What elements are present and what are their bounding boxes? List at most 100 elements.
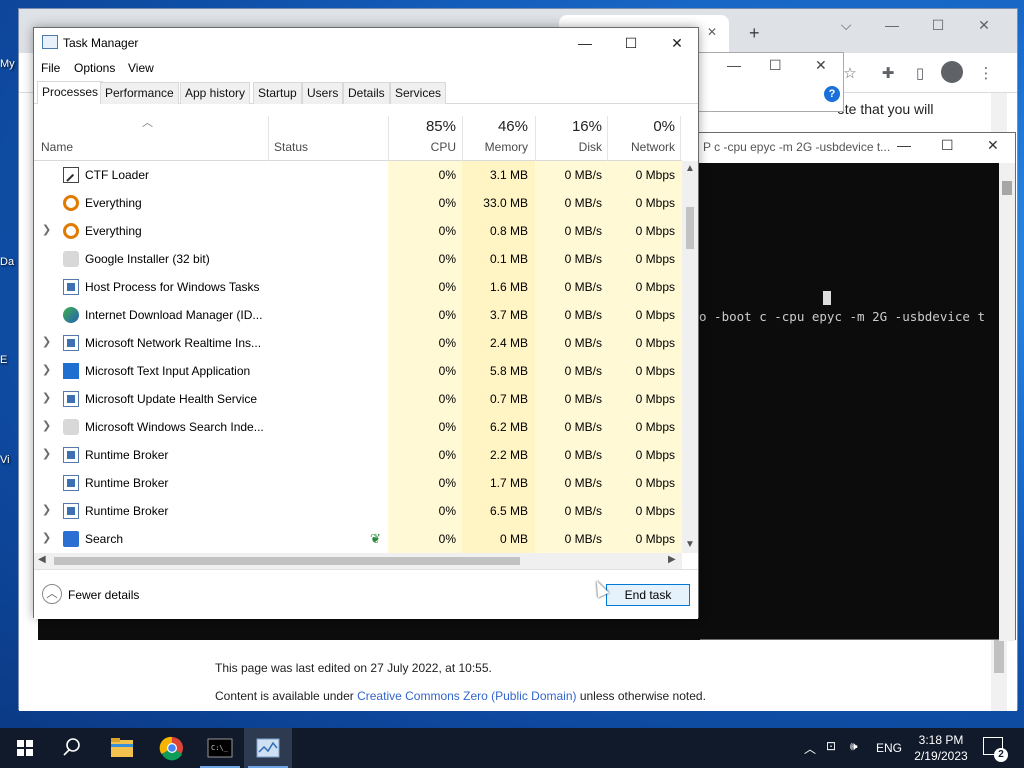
close-icon[interactable]: ✕	[654, 32, 700, 54]
cpu-value: 0%	[438, 532, 456, 546]
chevron-down-icon[interactable]: ⌵	[823, 17, 869, 34]
language-indicator[interactable]: ENG	[876, 741, 902, 768]
tab-app-history[interactable]: App history	[180, 82, 251, 104]
scroll-thumb[interactable]	[686, 207, 694, 249]
column-network[interactable]: Network	[607, 140, 675, 154]
close-tab-icon[interactable]: ✕	[707, 25, 717, 39]
start-button[interactable]	[0, 728, 48, 768]
process-row[interactable]: ❯ Search ❦ 0% 0 MB 0 MB/s 0 Mbps	[34, 525, 682, 553]
chevron-right-icon[interactable]: ❯	[42, 447, 51, 460]
chevron-right-icon[interactable]: ❯	[42, 419, 51, 432]
column-memory[interactable]: Memory	[462, 140, 528, 154]
close-icon[interactable]: ✕	[987, 137, 999, 154]
chevron-right-icon[interactable]: ❯	[42, 391, 51, 404]
column-disk[interactable]: Disk	[535, 140, 602, 154]
task-manager-window: Task Manager — ☐ ✕ File Options View Pro…	[33, 27, 700, 619]
network-value: 0 Mbps	[635, 504, 675, 518]
process-row[interactable]: ❯ Microsoft Update Health Service 0% 0.7 MB…	[34, 385, 682, 413]
column-status[interactable]: Status	[274, 140, 308, 154]
chevron-up-icon[interactable]: ︿	[42, 584, 62, 604]
network-percent[interactable]: 0%	[607, 118, 675, 135]
scroll-down-icon[interactable]: ▼	[685, 539, 695, 550]
tab-users[interactable]: Users	[302, 82, 344, 104]
menu-options[interactable]: Options	[74, 61, 115, 75]
scroll-thumb[interactable]	[1002, 181, 1012, 195]
horizontal-scrollbar[interactable]: ◀ ▶	[34, 553, 682, 569]
network-value: 0 Mbps	[635, 196, 675, 210]
menu-file[interactable]: File	[41, 61, 60, 75]
disk-value: 0 MB/s	[564, 392, 602, 406]
tab-processes[interactable]: Processes	[37, 81, 104, 104]
maximize-icon[interactable]: ☐	[915, 17, 961, 34]
process-row[interactable]: Google Installer (32 bit) 0% 0.1 MB 0 MB/s 0…	[34, 245, 682, 273]
process-row[interactable]: ❯ Microsoft Text Input Application 0% 5.8 M…	[34, 357, 682, 385]
chevron-right-icon[interactable]: ❯	[42, 503, 51, 516]
end-task-button[interactable]: End task	[606, 584, 690, 606]
process-row[interactable]: ❯ Microsoft Network Realtime Ins... 0% 2.4 …	[34, 329, 682, 357]
column-name[interactable]: Name	[41, 140, 73, 154]
close-icon[interactable]: ✕	[961, 17, 1007, 34]
vertical-scrollbar[interactable]: ▲ ▼	[682, 161, 698, 553]
volume-icon[interactable]: 🕪	[850, 739, 858, 768]
cpu-percent[interactable]: 85%	[388, 118, 456, 135]
maximize-icon[interactable]: ☐	[608, 32, 654, 54]
minimize-icon[interactable]: —	[562, 32, 608, 54]
file-explorer-button[interactable]	[98, 728, 146, 768]
desktop-icon-label[interactable]: E	[0, 354, 7, 366]
console-scrollbar[interactable]	[999, 163, 1015, 641]
network-value: 0 Mbps	[635, 420, 675, 434]
desktop-icon-label[interactable]: Vi	[0, 454, 10, 466]
network-icon[interactable]: ⊡	[826, 739, 836, 768]
process-row[interactable]: ❯ Microsoft Windows Search Inde... 0% 6.2 M…	[34, 413, 682, 441]
scroll-up-icon[interactable]: ▲	[685, 163, 695, 174]
new-tab-icon[interactable]: +	[749, 23, 760, 44]
help-icon[interactable]: ?	[824, 86, 840, 102]
more-menu-icon[interactable]: ⋮	[975, 63, 997, 85]
disk-percent[interactable]: 16%	[535, 118, 602, 135]
process-row[interactable]: Host Process for Windows Tasks 0% 1.6 MB 0 …	[34, 273, 682, 301]
desktop-icon-label[interactable]: My	[0, 58, 15, 70]
tab-details[interactable]: Details	[343, 82, 390, 104]
close-icon[interactable]: ✕	[815, 57, 827, 74]
process-row[interactable]: Runtime Broker 0% 1.7 MB 0 MB/s 0 Mbps	[34, 469, 682, 497]
profile-avatar[interactable]	[941, 61, 963, 83]
process-row[interactable]: ❯ Runtime Broker 0% 6.5 MB 0 MB/s 0 Mbps	[34, 497, 682, 525]
maximize-icon[interactable]: ☐	[941, 137, 954, 154]
license-link[interactable]: Creative Commons Zero (Public Domain)	[357, 689, 576, 703]
process-row[interactable]: ❯ Runtime Broker 0% 2.2 MB 0 MB/s 0 Mbps	[34, 441, 682, 469]
fewer-details-link[interactable]: Fewer details	[68, 588, 139, 602]
chevron-right-icon[interactable]: ❯	[42, 223, 51, 236]
scroll-thumb[interactable]	[54, 557, 520, 565]
process-row[interactable]: CTF Loader 0% 3.1 MB 0 MB/s 0 Mbps	[34, 161, 682, 189]
task-manager-button[interactable]	[244, 728, 292, 768]
chrome-button[interactable]	[148, 728, 196, 768]
process-row[interactable]: Everything 0% 33.0 MB 0 MB/s 0 Mbps	[34, 189, 682, 217]
search-button[interactable]	[48, 728, 96, 768]
chevron-up-icon[interactable]: ︿	[804, 740, 816, 768]
maximize-icon[interactable]: ☐	[769, 57, 782, 74]
minimize-icon[interactable]: —	[897, 137, 911, 153]
extensions-icon[interactable]: ✚	[877, 63, 899, 85]
chevron-right-icon[interactable]: ❯	[42, 363, 51, 376]
command-prompt-button[interactable]: C:\_	[196, 728, 244, 768]
scroll-right-icon[interactable]: ▶	[668, 554, 676, 565]
clock[interactable]: 3:18 PM 2/19/2023	[906, 732, 976, 764]
process-name: Runtime Broker	[85, 504, 169, 518]
process-row[interactable]: ❯ Everything 0% 0.8 MB 0 MB/s 0 Mbps	[34, 217, 682, 245]
network-value: 0 Mbps	[635, 476, 675, 490]
memory-value: 2.4 MB	[489, 336, 528, 350]
minimize-icon[interactable]: —	[727, 57, 741, 73]
chevron-right-icon[interactable]: ❯	[42, 531, 51, 544]
menu-view[interactable]: View	[128, 61, 154, 75]
process-row[interactable]: Internet Download Manager (ID... 0% 3.7 MB…	[34, 301, 682, 329]
memory-percent[interactable]: 46%	[462, 118, 528, 135]
scroll-left-icon[interactable]: ◀	[38, 554, 46, 565]
tab-performance[interactable]: Performance	[100, 82, 179, 104]
sidepanel-icon[interactable]: ▯	[909, 63, 931, 85]
desktop-icon-label[interactable]: Da	[0, 256, 14, 268]
chevron-right-icon[interactable]: ❯	[42, 335, 51, 348]
tab-startup[interactable]: Startup	[253, 82, 302, 104]
column-cpu[interactable]: CPU	[388, 140, 456, 154]
minimize-icon[interactable]: —	[869, 17, 915, 33]
tab-services[interactable]: Services	[390, 82, 447, 104]
